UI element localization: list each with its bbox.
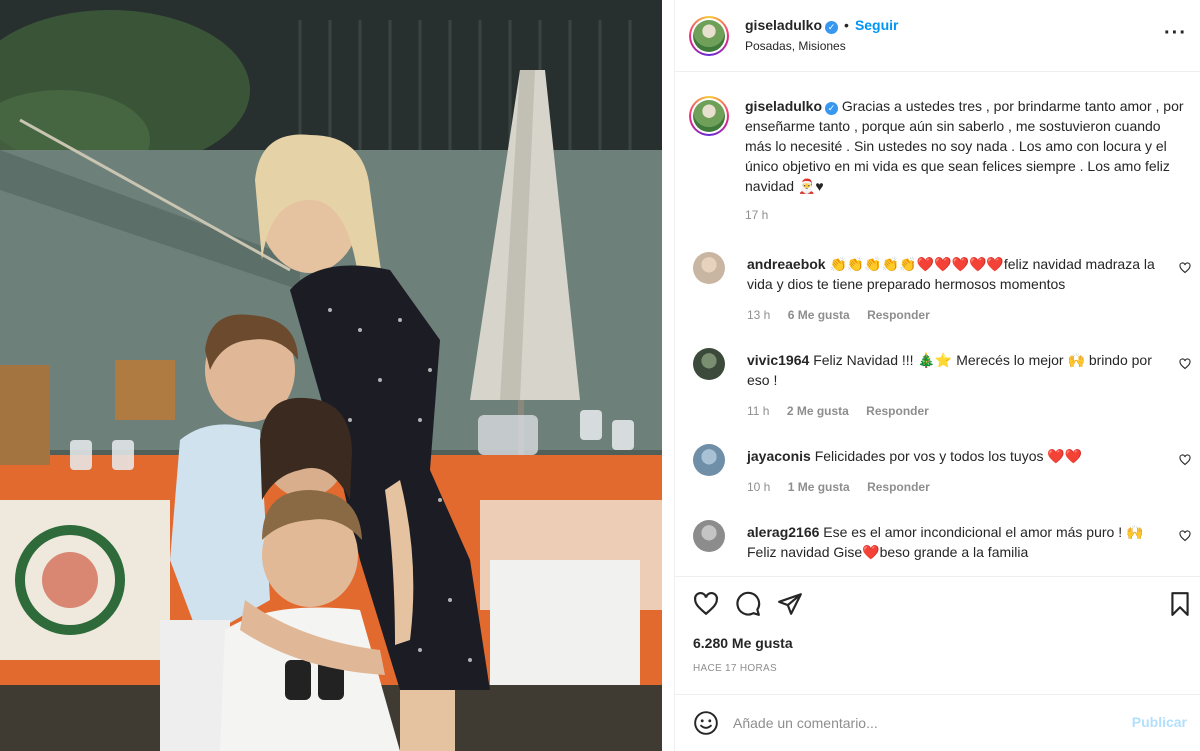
comment-text: andreaebok 👏👏👏👏👏❤️❤️❤️❤️❤️feliz navidad … [747,254,1157,294]
comment-time[interactable]: 10 h [747,480,770,494]
commenter-username[interactable]: vivic1964 [747,352,809,368]
author-avatar[interactable] [689,16,729,56]
share-paper-plane-icon[interactable] [777,591,803,617]
comment-body-part-b: Merecés lo mejor [956,352,1064,368]
like-comment-heart-icon[interactable] [1179,262,1191,274]
author-username[interactable]: giseladulko [745,17,822,33]
comment-body-part-b: Feliz navidad Gise [747,544,863,560]
santa-heart-emoji: 🎅♥ [797,178,824,194]
post-photo[interactable] [0,0,662,751]
comment-meta: 10 h 1 Me gusta Responder [747,480,944,494]
comment-likes[interactable]: 2 Me gusta [787,404,849,418]
comment-time[interactable]: 11 h [747,404,769,418]
comment-meta: 11 h 2 Me gusta Responder [747,404,943,418]
caption-username[interactable]: giseladulko [745,98,822,114]
comment-time[interactable]: 13 h [747,308,770,322]
comment-input[interactable] [733,711,1113,735]
post-location[interactable]: Posadas, Misiones [745,39,846,53]
raised-hands-emoji: 🙌 [1126,524,1144,540]
commenter-avatar[interactable] [693,348,725,380]
comment-bubble-icon[interactable] [735,591,761,617]
post-photo-illustration [0,0,662,751]
tree-star-emojis: 🎄⭐ [917,352,953,368]
save-bookmark-icon[interactable] [1167,591,1193,617]
clap-heart-emojis: 👏👏👏👏👏❤️❤️❤️❤️❤️ [829,256,1004,272]
post-actions: 6.280 Me gusta HACE 17 HORAS [675,576,1200,694]
comment-body-part-a: Feliz Navidad !!! [813,352,914,368]
reply-button[interactable]: Responder [866,404,929,418]
commenter-avatar[interactable] [693,252,725,284]
follow-button[interactable]: Seguir [855,17,899,33]
reply-button[interactable]: Responder [867,308,930,322]
likes-count[interactable]: 6.280 Me gusta [693,635,793,651]
comment-text: jayaconis Felicidades por vos y todos lo… [747,446,1157,466]
raised-hands-emoji: 🙌 [1067,352,1085,368]
emoji-picker-icon[interactable] [693,710,719,736]
comment-likes[interactable]: 1 Me gusta [788,480,850,494]
like-comment-heart-icon[interactable] [1179,358,1191,370]
hearts-emojis: ❤️❤️ [1047,448,1083,464]
post-age[interactable]: HACE 17 HORAS [693,663,777,674]
publish-button[interactable]: Publicar [1132,714,1187,730]
like-comment-heart-icon[interactable] [1179,530,1191,542]
caption-avatar[interactable] [689,96,729,136]
comment-item: alerag2166 Ese es el amor incondicional … [689,520,1191,570]
like-heart-icon[interactable] [693,591,719,617]
caption-time[interactable]: 17 h [745,208,768,222]
verified-badge-icon: ✓ [825,21,839,34]
heart-emoji: ❤️ [862,544,880,560]
comment-meta: 13 h 6 Me gusta Responder [747,308,944,322]
add-comment-bar: Publicar [675,694,1200,751]
more-options-icon[interactable]: ··· [1164,22,1187,45]
reply-button[interactable]: Responder [867,480,930,494]
like-comment-heart-icon[interactable] [1179,454,1191,466]
comment-body: Felicidades por vos y todos los tuyos [814,448,1044,464]
post-header: giseladulko ✓ • Seguir Posadas, Misiones ··… [675,0,1200,72]
comment-likes[interactable]: 6 Me gusta [788,308,850,322]
commenter-avatar[interactable] [693,444,725,476]
author-line: giseladulko ✓ • Seguir [745,17,899,35]
comment-item: vivic1964 Feliz Navidad !!! 🎄⭐ Merecés l… [689,348,1191,428]
comment-body-part-a: Ese es el amor incondicional el amor más… [823,524,1123,540]
comment-item: andreaebok 👏👏👏👏👏❤️❤️❤️❤️❤️feliz navidad … [689,252,1191,332]
separator-dot: • [844,17,849,33]
commenter-username[interactable]: andreaebok [747,256,826,272]
verified-badge-icon: ✓ [825,102,839,115]
commenter-username[interactable]: alerag2166 [747,524,819,540]
commenter-avatar[interactable] [693,520,725,552]
comment-text: alerag2166 Ese es el amor incondicional … [747,522,1157,562]
comment-item: jayaconis Felicidades por vos y todos lo… [689,444,1191,504]
commenter-username[interactable]: jayaconis [747,448,811,464]
post-side-panel: giseladulko ✓ • Seguir Posadas, Misiones ··… [674,0,1200,751]
comment-body-part-c: beso grande a la familia [879,544,1029,560]
caption-text: giseladulko ✓ Gracias a ustedes tres , po… [745,96,1189,196]
comment-text: vivic1964 Feliz Navidad !!! 🎄⭐ Merecés l… [747,350,1157,390]
